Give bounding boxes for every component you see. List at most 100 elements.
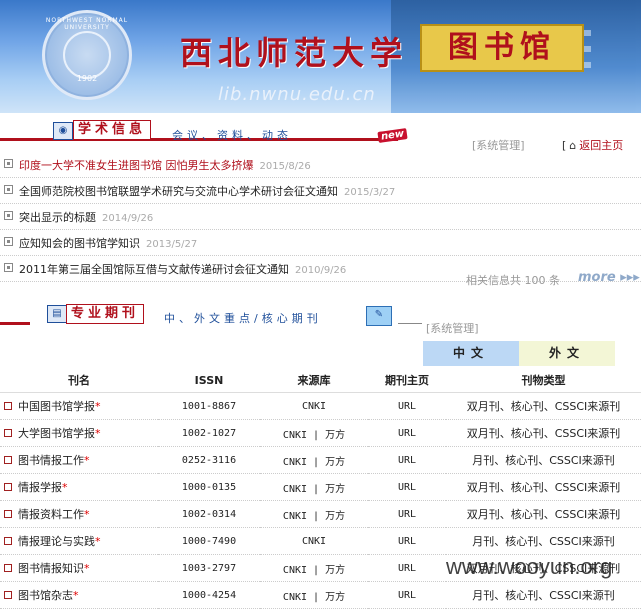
journal-name-cell: 情报理论与实践* — [0, 527, 158, 555]
core-star-icon: * — [95, 535, 101, 548]
bullet-icon — [4, 211, 13, 220]
new-badge: new — [377, 128, 408, 143]
eye-icon: ◉ — [53, 122, 73, 140]
journal-name-cell: 图书情报知识* — [0, 554, 158, 582]
col-source: 来源库 — [260, 368, 368, 393]
news-item[interactable]: 印度一大学不准女生进图书馆 因怕男生太多挤爆 2015/8/26 — [0, 152, 641, 178]
issn-cell: 0252-3116 — [158, 446, 260, 474]
news-title-link[interactable]: 应知知会的图书馆学知识 2013/5/27 — [19, 235, 197, 251]
section-rule — [0, 322, 30, 325]
source-db-link[interactable]: CNKI — [260, 392, 368, 420]
issn-cell: 1002-1027 — [158, 419, 260, 447]
news-title: 突出显示的标题 — [19, 211, 96, 224]
bullet-icon — [4, 402, 12, 410]
journal-type-cell: 月刊、核心刊、CSSCI来源刊 — [446, 527, 641, 555]
journal-name-cell: 图书馆杂志* — [0, 581, 158, 609]
home-link[interactable]: [⌂ 返回主页 — [562, 137, 623, 153]
source-db-link[interactable]: CNKI | 万方 — [260, 500, 368, 528]
source-db-link[interactable]: CNKI | 万方 — [260, 581, 368, 609]
bullet-icon — [4, 263, 13, 272]
news-date: 2014/9/26 — [102, 213, 154, 224]
table-header-row: 刊名 ISSN 来源库 期刊主页 刊物类型 — [0, 368, 641, 393]
news-title-link[interactable]: 突出显示的标题 2014/9/26 — [19, 209, 153, 225]
header-banner: NORTHWEST NORMAL UNIVERSITY 1902 西北师范大学 … — [0, 0, 641, 113]
journal-homepage-link[interactable]: URL — [368, 500, 446, 528]
home-bracket: [ — [562, 139, 567, 152]
journal-homepage-link[interactable]: URL — [368, 473, 446, 501]
bullet-icon — [4, 159, 13, 168]
news-item[interactable]: 应知知会的图书馆学知识 2013/5/27 — [0, 230, 641, 256]
news-title: 2011年第三届全国馆际互借与文献传递研讨会征文通知 — [19, 263, 289, 276]
journal-homepage-link[interactable]: URL — [368, 446, 446, 474]
issn-cell: 1000-4254 — [158, 581, 260, 609]
source-db-link[interactable]: CNKI | 万方 — [260, 419, 368, 447]
core-star-icon: * — [84, 454, 90, 467]
journal-homepage-link[interactable]: URL — [368, 527, 446, 555]
news-date: 2015/8/26 — [259, 161, 311, 172]
news-date: 2010/9/26 — [295, 265, 347, 276]
table-row: 中国图书馆学报* 1001-8867 CNKI URL 双月刊、核心刊、CSSCI来源刊 — [0, 392, 641, 420]
journal-name-cell: 图书情报工作* — [0, 446, 158, 474]
col-homepage: 期刊主页 — [368, 368, 446, 393]
journal-type-cell: 月刊、核心刊、CSSCI来源刊 — [446, 581, 641, 609]
news-title: 印度一大学不准女生进图书馆 因怕男生太多挤爆 — [19, 159, 254, 172]
journal-type-cell: 月刊、核心刊、CSSCI来源刊 — [446, 446, 641, 474]
library-name: 图书馆 — [420, 24, 584, 72]
home-icon: ⌂ — [569, 139, 577, 152]
news-item[interactable]: 全国师范院校图书馆联盟学术研究与交流中心学术研讨会征文通知 2015/3/27 — [0, 178, 641, 204]
home-link-label: 返回主页 — [579, 139, 624, 152]
journal-name-link[interactable]: 情报资料工作 — [18, 508, 84, 521]
seal-ring-text: NORTHWEST NORMAL UNIVERSITY — [45, 17, 129, 31]
news-title-link[interactable]: 印度一大学不准女生进图书馆 因怕男生太多挤爆 2015/8/26 — [19, 157, 311, 173]
core-star-icon: * — [62, 481, 68, 494]
bullet-icon — [4, 510, 12, 518]
site-url: lib.nwnu.edu.cn — [218, 84, 376, 105]
journal-name-cell: 情报学报* — [0, 473, 158, 501]
journal-sysadmin-link[interactable]: [系统管理] — [426, 320, 479, 336]
news-total-count: 相关信息共 100 条 — [466, 274, 560, 287]
col-issn: ISSN — [158, 368, 260, 393]
journal-type-cell: 双月刊、核心刊、CSSCI来源刊 — [446, 500, 641, 528]
bullet-icon — [4, 185, 13, 194]
watermark: www.wooyun.org — [446, 554, 613, 579]
news-sysadmin-link[interactable]: [系统管理] — [472, 137, 525, 153]
source-db-link[interactable]: CNKI | 万方 — [260, 473, 368, 501]
journal-homepage-link[interactable]: URL — [368, 419, 446, 447]
journal-name-link[interactable]: 中国图书馆学报 — [18, 400, 95, 413]
tab-foreign[interactable]: 外文 — [519, 341, 615, 366]
core-star-icon: * — [84, 508, 90, 521]
journal-homepage-link[interactable]: URL — [368, 554, 446, 582]
news-section-title: 学术信息 — [73, 120, 152, 140]
journal-name-link[interactable]: 图书情报知识 — [18, 562, 84, 575]
news-title-link[interactable]: 2011年第三届全国馆际互借与文献传递研讨会征文通知 2010/9/26 — [19, 261, 346, 277]
journal-name-link[interactable]: 图书馆杂志 — [18, 589, 73, 602]
bullet-icon — [4, 237, 13, 246]
journal-name-link[interactable]: 图书情报工作 — [18, 454, 84, 467]
issn-cell: 1002-0314 — [158, 500, 260, 528]
source-db-link[interactable]: CNKI | 万方 — [260, 554, 368, 582]
bullet-icon — [4, 564, 12, 572]
col-name: 刊名 — [0, 368, 158, 393]
table-row: 情报资料工作* 1002-0314 CNKI | 万方 URL 双月刊、核心刊、CSSC… — [0, 500, 641, 528]
journal-section-subtitle: 中、外文重点/核心期刊 — [164, 312, 322, 325]
news-title: 应知知会的图书馆学知识 — [19, 237, 140, 250]
journal-name-link[interactable]: 情报理论与实践 — [18, 535, 95, 548]
journal-homepage-link[interactable]: URL — [368, 581, 446, 609]
news-item[interactable]: 突出显示的标题 2014/9/26 — [0, 204, 641, 230]
university-name: 西北师范大学 — [180, 34, 409, 72]
tab-chinese[interactable]: 中文 — [423, 341, 519, 366]
journal-homepage-link[interactable]: URL — [368, 392, 446, 420]
journal-name-link[interactable]: 大学图书馆学报 — [18, 427, 95, 440]
table-row: 大学图书馆学报* 1002-1027 CNKI | 万方 URL 双月刊、核心刊、CSS… — [0, 419, 641, 447]
issn-cell: 1001-8867 — [158, 392, 260, 420]
more-link[interactable]: more ▸▸▸ — [578, 270, 640, 285]
seal-year: 1902 — [76, 74, 98, 83]
news-title-link[interactable]: 全国师范院校图书馆联盟学术研究与交流中心学术研讨会征文通知 2015/3/27 — [19, 183, 395, 199]
news-date: 2013/5/27 — [146, 239, 198, 250]
source-db-link[interactable]: CNKI | 万方 — [260, 446, 368, 474]
bullet-icon — [4, 537, 12, 545]
core-star-icon: * — [73, 589, 79, 602]
source-db-link[interactable]: CNKI — [260, 527, 368, 555]
journal-name-link[interactable]: 情报学报 — [18, 481, 62, 494]
news-section-subtitle: 会议、资料、动态 — [172, 129, 292, 142]
